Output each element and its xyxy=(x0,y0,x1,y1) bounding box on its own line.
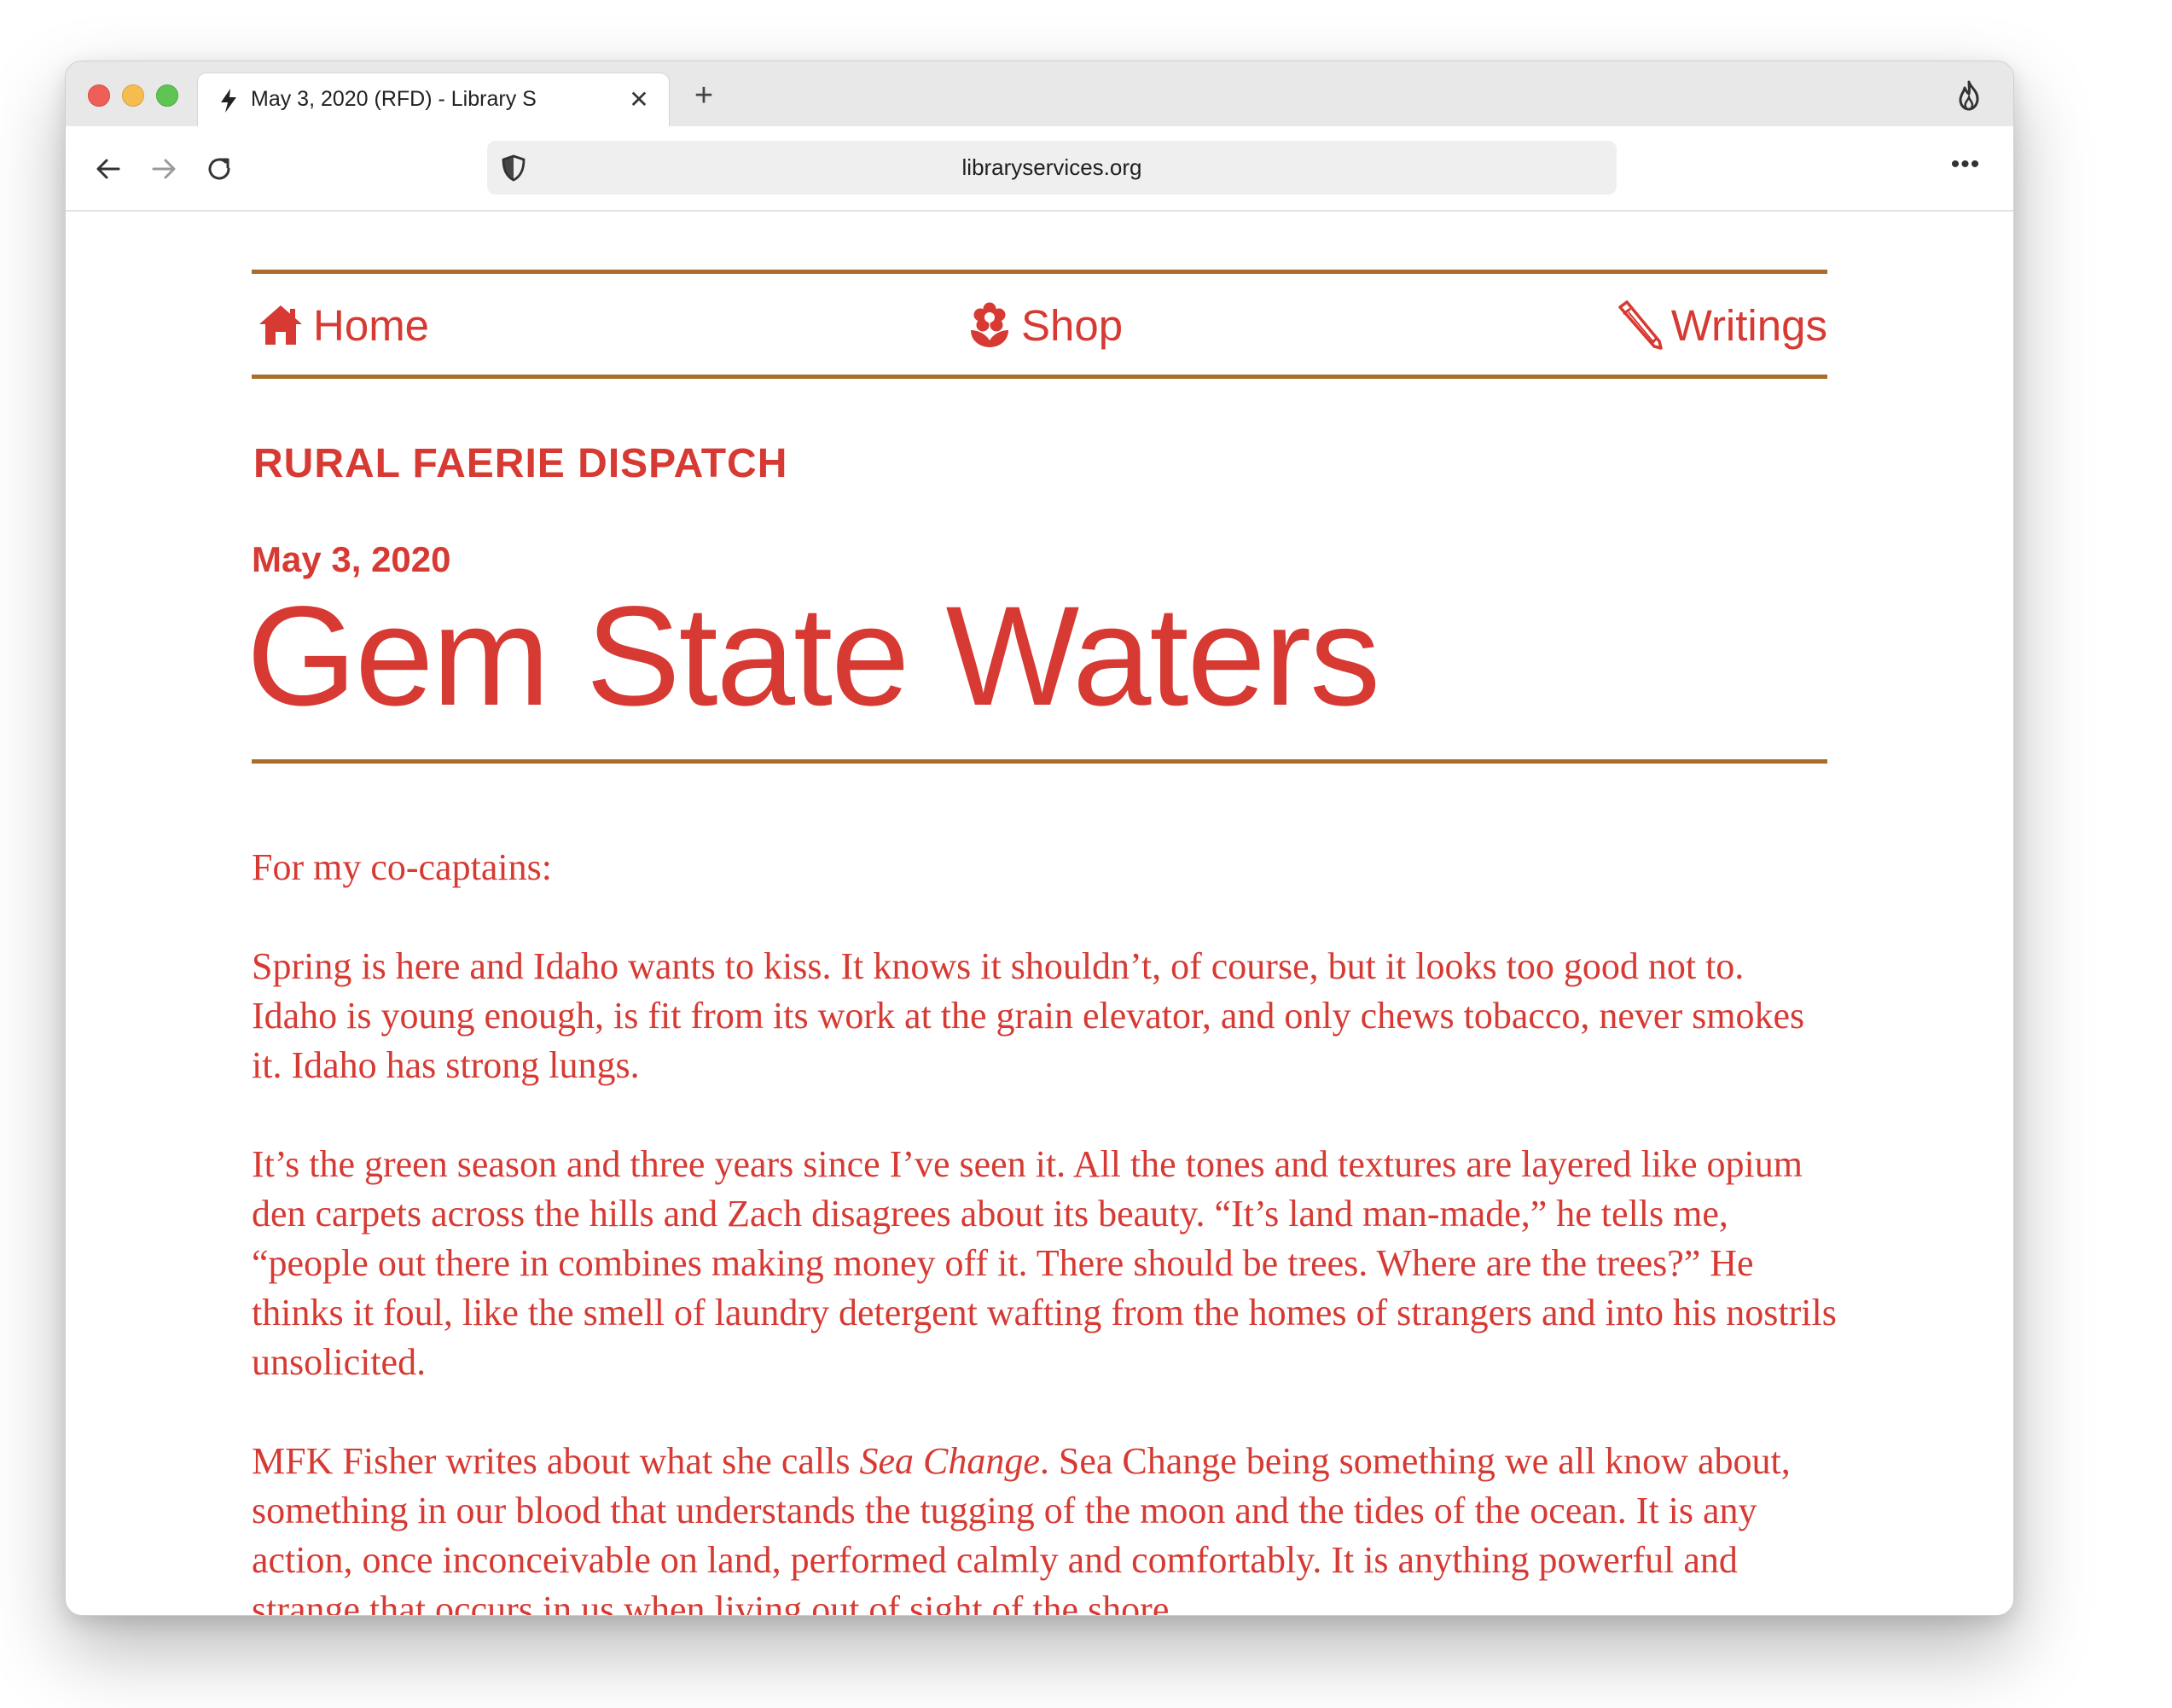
web-page: Home Shop Writings RURAL FAERIE DISPATCH… xyxy=(66,212,2013,1615)
close-window-button[interactable] xyxy=(88,84,110,107)
house-icon xyxy=(259,305,302,345)
url-text: libraryservices.org xyxy=(961,154,1142,180)
title-divider xyxy=(252,759,1827,764)
forward-arrow-icon[interactable] xyxy=(147,152,181,186)
lightning-icon xyxy=(221,89,236,113)
tab-title: May 3, 2020 (RFD) - Library S xyxy=(251,87,537,111)
article-date: May 3, 2020 xyxy=(252,539,451,579)
back-arrow-icon[interactable] xyxy=(91,152,125,186)
minimize-window-button[interactable] xyxy=(122,84,144,107)
address-bar[interactable]: libraryservices.org xyxy=(487,141,1617,195)
browser-tab[interactable]: May 3, 2020 (RFD) - Library S ✕ xyxy=(198,73,669,126)
paragraph-3: MFK Fisher writes about what she calls S… xyxy=(252,1437,1838,1615)
paragraph-3-text-start: MFK Fisher writes about what she calls xyxy=(252,1440,860,1482)
maximize-window-button[interactable] xyxy=(156,84,178,107)
paragraph-1: Spring is here and Idaho wants to kiss. … xyxy=(252,945,1805,1086)
sea-change-emphasis: Sea Change xyxy=(859,1440,1040,1482)
menu-button[interactable]: ••• xyxy=(1948,152,1983,186)
tab-close-button[interactable]: ✕ xyxy=(626,87,652,113)
browser-toolbar: libraryservices.org ••• xyxy=(66,126,2013,212)
nav-home-label: Home xyxy=(313,300,430,350)
nav-writings-label: Writings xyxy=(1670,300,1827,350)
paragraph-2: It’s the green season and three years si… xyxy=(252,1143,1837,1383)
nav-home-link[interactable]: Home xyxy=(257,299,429,351)
tab-strip: May 3, 2020 (RFD) - Library S ✕ + xyxy=(66,61,2013,126)
pencil-icon xyxy=(1617,300,1663,350)
browser-window: May 3, 2020 (RFD) - Library S ✕ + librar… xyxy=(65,61,2014,1616)
site-navigation: Home Shop Writings xyxy=(252,270,1827,379)
nav-writings-link[interactable]: Writings xyxy=(1615,299,1827,351)
salutation: For my co-captains: xyxy=(252,846,552,888)
publication-kicker: RURAL FAERIE DISPATCH xyxy=(253,441,788,486)
new-tab-button[interactable]: + xyxy=(687,78,721,113)
flame-icon[interactable] xyxy=(1955,80,1983,111)
reload-icon[interactable] xyxy=(202,152,236,186)
nav-shop-link[interactable]: Shop xyxy=(967,299,1123,351)
article-body: For my co-captains: Spring is here and I… xyxy=(252,843,1838,1615)
flower-icon xyxy=(971,302,1008,347)
article-title: Gem State Waters xyxy=(247,578,1380,735)
nav-shop-label: Shop xyxy=(1021,300,1124,350)
